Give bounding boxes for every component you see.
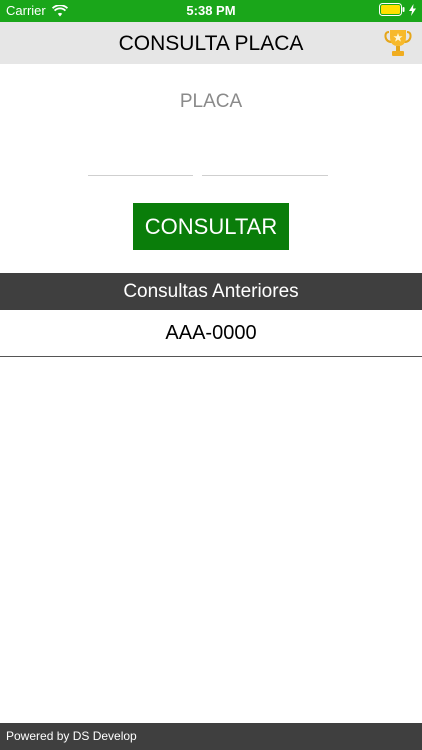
status-time: 5:38 PM [186,3,236,18]
plate-letters-input[interactable] [88,150,193,176]
status-right [379,3,416,16]
battery-icon [379,3,405,16]
charging-bolt-icon [409,3,416,16]
status-bar: Carrier 5:38 PM [0,0,422,22]
trophy-button[interactable] [384,28,412,58]
history-list: AAA-0000 [0,310,422,357]
plate-numbers-input[interactable] [202,150,328,176]
footer: Powered by DS Develop [0,723,422,750]
page-title: CONSULTA PLACA [118,32,304,55]
history-item[interactable]: AAA-0000 [0,310,422,357]
history-header: Consultas Anteriores [0,273,422,310]
trophy-icon [384,30,412,56]
placa-label: PLACA [179,91,243,112]
consultar-button[interactable]: CONSULTAR [133,203,289,250]
nav-bar: CONSULTA PLACA [0,22,422,64]
